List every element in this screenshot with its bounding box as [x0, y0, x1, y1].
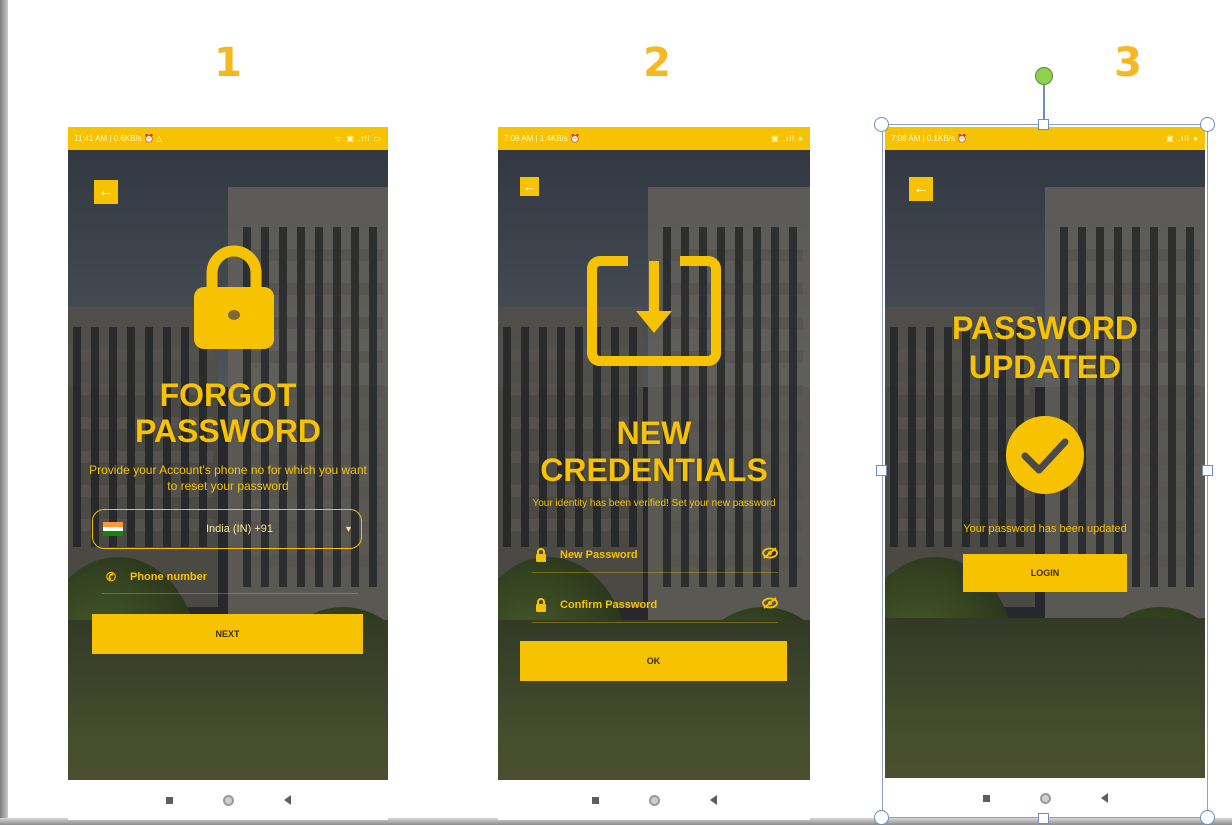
- recent-apps-icon[interactable]: [591, 796, 599, 804]
- phone-screen-forgot-password: 11:41 AM | 0.6KB/s ⏰ △ ᯤ ▣ .ıll ▭ ← FORG…: [68, 127, 388, 820]
- next-button[interactable]: NEXT: [92, 614, 363, 654]
- resize-handle-left[interactable]: [876, 465, 887, 476]
- download-arrow-box-icon: [587, 256, 721, 366]
- phone-screen-new-credentials: 7:08 AM | 1.4KB/s ⏰ ▣ .ıll ● ← NEW CREDE…: [498, 127, 810, 820]
- status-time: 7:08 AM | 1.4KB/s ⏰: [504, 134, 581, 143]
- lock-icon: [532, 547, 550, 562]
- country-code-select[interactable]: India (IN) +91 ▾: [92, 509, 362, 549]
- title-line-1: NEW: [616, 415, 692, 451]
- status-icons: ▣ .ıll ●: [771, 134, 804, 143]
- status-bar: 11:41 AM | 0.6KB/s ⏰ △ ᯤ ▣ .ıll ▭: [68, 127, 388, 150]
- back-triangle-icon[interactable]: [709, 795, 717, 805]
- status-icons: ᯤ ▣ .ıll ▭: [334, 134, 382, 143]
- resize-handle-bottom[interactable]: [1038, 813, 1049, 824]
- status-bar: 7:08 AM | 1.4KB/s ⏰ ▣ .ıll ●: [498, 127, 810, 150]
- resize-handle-top-right[interactable]: [1200, 117, 1215, 132]
- subtitle: Your identity has been verified! Set you…: [532, 498, 776, 509]
- back-button[interactable]: ←: [520, 177, 539, 196]
- android-nav-bar: [68, 780, 388, 820]
- arrow-left-icon: ←: [523, 179, 536, 194]
- confirm-password-label: Confirm Password: [560, 598, 658, 611]
- resize-handle-right[interactable]: [1202, 465, 1213, 476]
- lock-icon: [532, 597, 550, 612]
- ok-button[interactable]: OK: [520, 641, 787, 681]
- country-select-value: India (IN) +91: [206, 523, 273, 535]
- resize-handle-top-left[interactable]: [874, 117, 889, 132]
- android-nav-bar: [498, 780, 810, 820]
- rotate-handle[interactable]: [1035, 67, 1053, 85]
- step-number-3: 3: [1114, 40, 1142, 86]
- home-icon[interactable]: [648, 794, 660, 806]
- back-triangle-icon[interactable]: [283, 795, 291, 805]
- step-number-2: 2: [643, 40, 671, 86]
- step-number-1: 1: [214, 40, 242, 86]
- chevron-down-icon: ▾: [345, 523, 351, 535]
- india-flag-icon: [103, 522, 123, 537]
- eye-off-icon[interactable]: [762, 597, 778, 612]
- title-line-2: PASSWORD: [134, 413, 322, 449]
- back-button[interactable]: ←: [94, 180, 118, 204]
- eye-off-icon[interactable]: [762, 547, 778, 562]
- rotate-handle-stem: [1043, 84, 1045, 124]
- recent-apps-icon[interactable]: [165, 796, 173, 804]
- resize-handle-bottom-left[interactable]: [874, 810, 889, 825]
- subtitle: Provide your Account's phone no for whic…: [89, 463, 367, 493]
- phone-number-input[interactable]: ✆ Phone number: [102, 560, 358, 594]
- title-line-2: CREDENTIALS: [540, 452, 768, 488]
- new-password-label: New Password: [560, 548, 638, 561]
- resize-handle-top[interactable]: [1038, 119, 1049, 130]
- image-selection-frame[interactable]: [882, 124, 1208, 818]
- arrow-left-icon: ←: [98, 183, 114, 200]
- slide-left-edge: [0, 0, 8, 825]
- new-password-input[interactable]: New Password: [532, 537, 778, 573]
- status-time: 11:41 AM | 0.6KB/s ⏰ △: [74, 134, 163, 143]
- title-line-1: FORGOT: [159, 377, 297, 413]
- phone-number-placeholder: Phone number: [130, 570, 208, 583]
- phone-icon: ✆: [105, 569, 117, 584]
- confirm-password-input[interactable]: Confirm Password: [532, 587, 778, 623]
- resize-handle-bottom-right[interactable]: [1200, 810, 1215, 825]
- padlock-icon: [194, 245, 274, 349]
- home-icon[interactable]: [222, 794, 234, 806]
